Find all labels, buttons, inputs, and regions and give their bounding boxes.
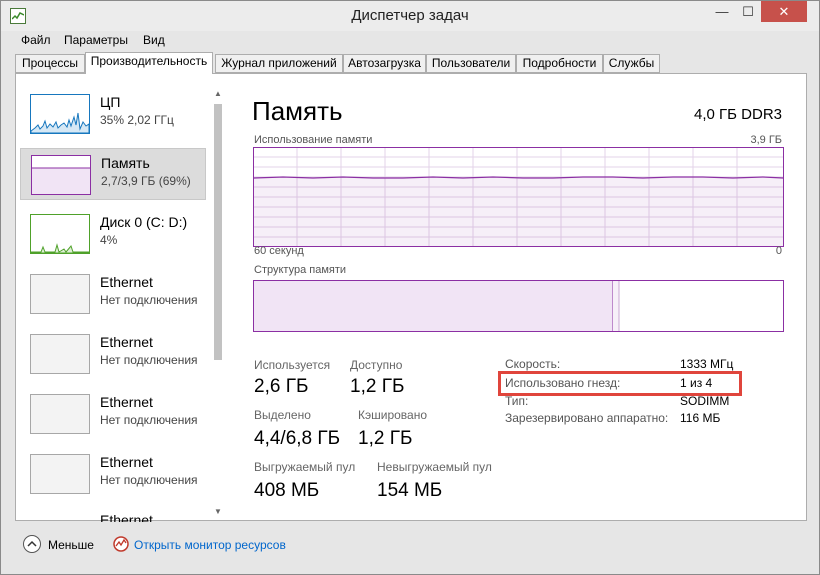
sidebar-item-label: Ethernet [100,454,153,470]
form-factor-label: Тип: [505,394,529,408]
scroll-down-arrow-icon[interactable]: ▼ [212,506,224,518]
sidebar-item-label: Ethernet [100,274,153,290]
paged-pool-value: 408 МБ [254,480,320,501]
memory-composition-bar [253,280,784,332]
hardware-reserved-label: Зарезервировано аппаратно: [505,411,669,425]
sidebar-item-label: Ethernet [100,394,153,410]
memory-usage-graph [253,147,784,247]
title-bar[interactable]: Диспетчер задач — ☐ ✕ [1,1,819,31]
ethernet-thumb-graph [30,454,90,494]
menu-file[interactable]: Файл [21,33,51,47]
ethernet-thumb-graph [30,274,90,314]
tab-services[interactable]: Службы [603,54,660,73]
sidebar-item-ethernet[interactable]: Ethernet [20,508,206,522]
scroll-up-arrow-icon[interactable]: ▲ [212,88,224,100]
sidebar-item-sub: Нет подключения [100,293,198,307]
sidebar-item-label: Ethernet [100,512,153,522]
task-manager-window: Диспетчер задач — ☐ ✕ Файл Параметры Вид… [0,0,820,575]
sidebar-item-ethernet[interactable]: Ethernet Нет подключения [20,388,206,440]
in-use-value: 2,6 ГБ [254,376,309,397]
composition-label: Структура памяти [254,264,347,276]
fewer-details-button[interactable]: Меньше [48,538,94,552]
footer: Меньше Открыть монитор ресурсов [1,529,819,561]
menu-options[interactable]: Параметры [64,33,128,47]
usage-max-label: 3,9 ГБ [750,134,782,146]
sidebar-item-sub: Нет подключения [100,353,198,367]
open-resource-monitor-link[interactable]: Открыть монитор ресурсов [134,538,286,552]
tab-processes[interactable]: Процессы [15,54,85,73]
hardware-reserved-value: 116 МБ [680,411,721,425]
scroll-thumb[interactable] [214,104,222,360]
sidebar-scrollbar[interactable]: ▲ ▼ [212,88,224,518]
available-value: 1,2 ГБ [350,376,405,397]
minimize-button[interactable]: — [709,1,735,22]
sidebar-item-sub: 4% [100,233,118,247]
nonpaged-pool-value: 154 МБ [377,480,443,501]
tab-performance[interactable]: Производительность [85,52,213,74]
available-label: Доступно [350,358,403,372]
sidebar-item-ethernet[interactable]: Ethernet Нет подключения [20,328,206,380]
time-right-label: 0 [775,245,782,257]
sidebar-item-memory[interactable]: Память 2,7/3,9 ГБ (69%) [20,148,206,200]
sidebar-item-label: Диск 0 (C: D:) [100,214,188,230]
sidebar-item-ethernet[interactable]: Ethernet Нет подключения [20,448,206,500]
disk-thumb-graph [30,214,90,254]
menu-view[interactable]: Вид [143,33,165,47]
tab-details[interactable]: Подробности [516,54,603,73]
slots-highlight-box [498,371,742,396]
cached-value: 1,2 ГБ [358,428,413,449]
sidebar-item-disk[interactable]: Диск 0 (C: D:) 4% [20,208,206,260]
sidebar-item-sub: Нет подключения [100,413,198,427]
nonpaged-pool-label: Невыгружаемый пул [377,460,492,474]
maximize-button[interactable]: ☐ [735,1,761,22]
close-button[interactable]: ✕ [761,1,807,22]
committed-label: Выделено [254,408,311,422]
time-left-label: 60 секунд [254,245,304,257]
cpu-thumb-graph [30,94,90,134]
speed-label: Скорость: [505,357,561,371]
performance-panel: ЦП 35% 2,02 ГГц Память 2,7/3,9 ГБ (69%) … [15,73,807,522]
sidebar-item-ethernet[interactable]: Ethernet Нет подключения [20,268,206,320]
committed-value: 4,4/6,8 ГБ [254,428,341,449]
paged-pool-label: Выгружаемый пул [254,460,356,474]
window-title: Диспетчер задач [351,7,469,24]
ethernet-thumb-graph [30,334,90,374]
tab-startup[interactable]: Автозагрузка [343,54,426,73]
resource-monitor-icon[interactable] [113,536,129,552]
sidebar-item-sub: Нет подключения [100,473,198,487]
sidebar-item-label: Ethernet [100,334,153,350]
ethernet-thumb-graph [30,394,90,434]
tab-app-history[interactable]: Журнал приложений [215,54,343,73]
menu-bar: Файл Параметры Вид [1,31,819,51]
memory-type: 4,0 ГБ DDR3 [694,106,782,123]
usage-label: Использование памяти [254,134,373,146]
sidebar-item-sub: 2,7/3,9 ГБ (69%) [101,174,191,188]
speed-value: 1333 МГц [680,357,734,371]
sidebar-item-cpu[interactable]: ЦП 35% 2,02 ГГц [20,88,206,140]
tab-strip: Процессы Производительность Журнал прило… [15,52,807,74]
chevron-up-icon[interactable] [23,535,41,553]
sidebar-item-label: ЦП [100,94,121,110]
memory-thumb-graph [31,155,91,195]
in-use-label: Используется [254,358,331,372]
sidebar-item-label: Память [101,155,150,171]
cached-label: Кэшировано [358,408,428,422]
page-title: Память [252,96,343,126]
sidebar-item-sub: 35% 2,02 ГГц [100,113,174,127]
tab-users[interactable]: Пользователи [426,54,516,73]
form-factor-value: SODIMM [680,394,730,408]
